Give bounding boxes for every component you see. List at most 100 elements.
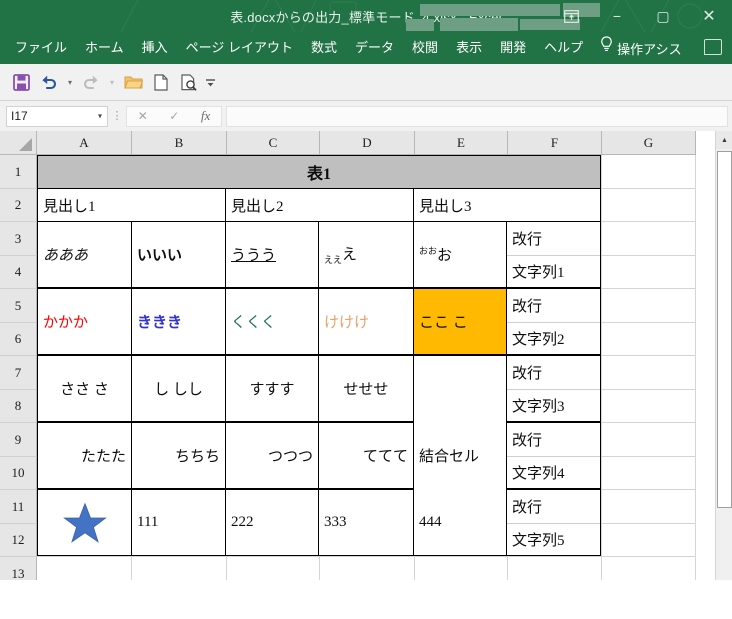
table-cell-r3-d[interactable]: せせせ <box>318 355 414 422</box>
table-cell-r5-b[interactable]: 111 <box>131 489 226 556</box>
row-header-11[interactable]: 11 <box>0 490 37 524</box>
gridline <box>601 155 602 580</box>
redacted-account-area <box>440 18 518 31</box>
ribbon-tab-data[interactable]: データ <box>346 32 403 64</box>
table-header-3[interactable]: 見出し3 <box>413 188 601 222</box>
name-box-caret-icon[interactable]: ▾ <box>98 112 102 121</box>
table-cell-r2-d[interactable]: けけけ <box>318 288 414 355</box>
row-header-2[interactable]: 2 <box>0 189 37 222</box>
row-header-3[interactable]: 3 <box>0 222 37 256</box>
table-cell-r3-a[interactable]: ささ さ <box>37 355 132 422</box>
table-cell-r4-f[interactable]: 改行 文字列4 <box>506 422 601 489</box>
ribbon-tab-formulas[interactable]: 数式 <box>302 32 346 64</box>
table-cell-r1-c[interactable]: ううう <box>225 221 319 288</box>
table-cell-r5-e[interactable]: 444 <box>413 489 507 556</box>
table-cell-r1-a[interactable]: あああ <box>37 221 132 288</box>
star-shape[interactable] <box>62 502 107 544</box>
table-cell-r5-d[interactable]: 333 <box>318 489 414 556</box>
column-header-a[interactable]: A <box>37 131 132 155</box>
table-cell-r4-b[interactable]: ちちち <box>131 422 226 489</box>
undo-glyph <box>42 75 57 90</box>
row-header-12[interactable]: 12 <box>0 524 37 557</box>
redo-icon[interactable] <box>78 69 104 95</box>
table-header-1[interactable]: 見出し1 <box>37 188 226 222</box>
scroll-up-arrow-icon[interactable]: ▲ <box>716 131 732 149</box>
comment-icon[interactable] <box>704 39 722 55</box>
new-document-icon[interactable] <box>148 69 174 95</box>
table-cell-r2-b[interactable]: ききき <box>131 288 226 355</box>
table-cell-r1-d[interactable]: えええ <box>318 221 414 288</box>
table-cell-r2-e-highlighted[interactable]: ここ こ <box>413 288 507 355</box>
customize-toolbar-icon[interactable] <box>204 69 216 95</box>
cancel-formula-icon[interactable]: ✕ <box>138 109 148 123</box>
table-cell-r2-c[interactable]: くくく <box>225 288 319 355</box>
row-header-6[interactable]: 6 <box>0 323 37 356</box>
insert-function-icon[interactable]: fx <box>201 108 210 124</box>
minimize-button[interactable]: − <box>594 0 640 32</box>
table-cell-r5-a-shape[interactable] <box>37 489 132 556</box>
close-button[interactable]: ✕ <box>686 0 732 32</box>
lightbulb-icon <box>600 32 613 64</box>
table-cell-r2-f[interactable]: 改行 文字列2 <box>506 288 601 355</box>
table-cell-r4-c[interactable]: つつつ <box>225 422 319 489</box>
table-title-cell[interactable]: 表1 <box>37 155 601 189</box>
print-preview-icon[interactable] <box>176 69 202 95</box>
table-cell-r4-a[interactable]: たたた <box>37 422 132 489</box>
maximize-button[interactable]: ▢ <box>640 0 686 32</box>
row-header-7[interactable]: 7 <box>0 356 37 390</box>
column-header-b[interactable]: B <box>132 131 227 155</box>
redacted-account-area <box>406 19 434 31</box>
column-header-c[interactable]: C <box>227 131 320 155</box>
base-text: お <box>437 248 453 264</box>
row-header-9[interactable]: 9 <box>0 423 37 457</box>
row-header-5[interactable]: 5 <box>0 289 37 323</box>
undo-dropdown-caret-icon[interactable]: ▾ <box>64 69 76 95</box>
formula-bar-handle[interactable]: ⋮ <box>108 111 126 122</box>
table-header-2[interactable]: 見出し2 <box>225 188 414 222</box>
undo-icon[interactable] <box>36 69 62 95</box>
vertical-scrollbar[interactable]: ▲ <box>715 131 732 580</box>
row-header-13[interactable]: 13 <box>0 557 37 580</box>
row-header-10[interactable]: 10 <box>0 457 37 490</box>
ribbon-tab-developer[interactable]: 開発 <box>491 32 535 64</box>
ribbon-tab-view[interactable]: 表示 <box>447 32 491 64</box>
table-cell-r1-f[interactable]: 改行 文字列1 <box>506 221 601 288</box>
ribbon-display-options-icon[interactable] <box>548 0 594 32</box>
column-header-d[interactable]: D <box>320 131 415 155</box>
table-cell-r4-d[interactable]: ててて <box>318 422 414 489</box>
redo-dropdown-caret-icon[interactable]: ▾ <box>106 69 118 95</box>
table-cell-r3-c[interactable]: すすす <box>225 355 319 422</box>
select-all-corner[interactable] <box>0 131 37 155</box>
scrollbar-thumb[interactable] <box>717 151 732 508</box>
tell-me-search[interactable]: 操作アシス <box>617 39 681 58</box>
ribbon-tab-help[interactable]: ヘルプ <box>535 32 592 64</box>
ribbon-tab-file[interactable]: ファイル <box>6 32 76 64</box>
ribbon-tab-home[interactable]: ホーム <box>76 32 133 64</box>
sheet-canvas[interactable]: 表1 見出し1 見出し2 見出し3 あああ いいい ううう えええ おおお 改行… <box>37 155 696 580</box>
table-cell-r5-f[interactable]: 改行 文字列5 <box>506 489 601 556</box>
table-cell-r1-e[interactable]: おおお <box>413 221 507 288</box>
row-header-8[interactable]: 8 <box>0 390 37 423</box>
cell-line-1: 改行 <box>512 499 543 516</box>
formula-bar: I17 ▾ ⋮ ✕ ✓ fx <box>0 101 732 131</box>
column-header-f[interactable]: F <box>508 131 602 155</box>
table-cell-r3-b[interactable]: し しし <box>131 355 226 422</box>
table-cell-r5-c[interactable]: 222 <box>225 489 319 556</box>
row-header-4[interactable]: 4 <box>0 256 37 289</box>
table-cell-r3-f[interactable]: 改行 文字列3 <box>506 355 601 422</box>
table-cell-r1-b[interactable]: いいい <box>131 221 226 288</box>
open-folder-icon[interactable] <box>120 69 146 95</box>
column-header-g[interactable]: G <box>602 131 696 155</box>
ribbon-tab-page-layout[interactable]: ページ レイアウト <box>177 32 302 64</box>
subscript-text: ええ <box>324 255 343 265</box>
cell-line-2: 文字列1 <box>507 254 600 288</box>
formula-input[interactable] <box>226 105 728 127</box>
enter-formula-icon[interactable]: ✓ <box>169 109 179 123</box>
name-box[interactable]: I17 ▾ <box>6 105 108 127</box>
row-header-1[interactable]: 1 <box>0 155 37 189</box>
table-cell-r2-a[interactable]: かかか <box>37 288 132 355</box>
ribbon-tab-insert[interactable]: 挿入 <box>133 32 177 64</box>
ribbon-tab-review[interactable]: 校閲 <box>403 32 447 64</box>
save-icon[interactable] <box>8 69 34 95</box>
column-header-e[interactable]: E <box>415 131 508 155</box>
